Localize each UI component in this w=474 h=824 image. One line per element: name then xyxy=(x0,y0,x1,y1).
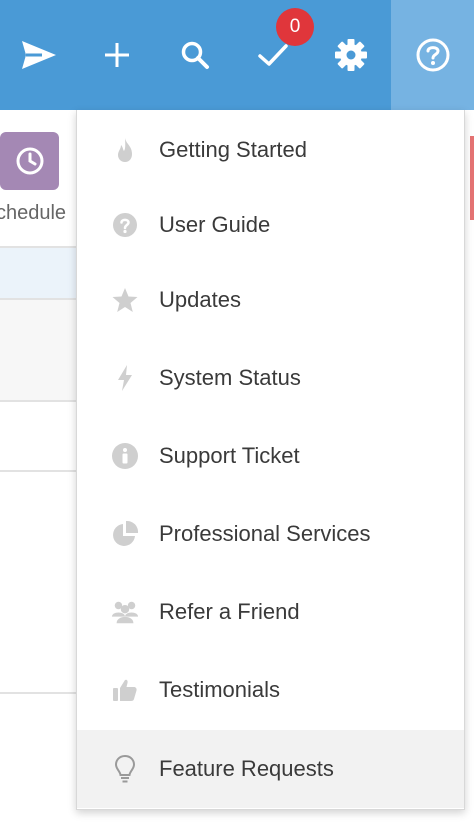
menu-item-label: User Guide xyxy=(159,212,271,237)
tasks-count-badge: 0 xyxy=(276,8,314,46)
help-button[interactable] xyxy=(391,0,474,110)
divider xyxy=(0,470,80,472)
background-accent xyxy=(470,136,474,220)
menu-item-user-guide[interactable]: User Guide xyxy=(77,186,464,264)
background-row xyxy=(0,300,80,400)
lightbulb-icon xyxy=(111,754,139,783)
menu-item-label: System Status xyxy=(159,365,301,390)
menu-item-professional-services[interactable]: Professional Services xyxy=(77,495,464,573)
pie-chart-icon xyxy=(111,520,139,548)
menu-item-support-ticket[interactable]: Support Ticket xyxy=(77,417,464,495)
menu-item-label: Support Ticket xyxy=(159,443,300,468)
menu-item-label: Getting Started xyxy=(159,137,307,162)
background-row xyxy=(0,248,80,298)
help-circle-icon xyxy=(416,38,449,72)
menu-item-label: Feature Requests xyxy=(159,756,334,781)
gear-icon xyxy=(335,39,367,71)
menu-item-label: Professional Services xyxy=(159,521,371,546)
flame-icon xyxy=(111,136,139,164)
question-circle-icon xyxy=(111,211,139,239)
info-circle-icon xyxy=(111,442,139,470)
help-dropdown-menu: Getting Started User Guide Updates Syste… xyxy=(76,110,465,810)
menu-item-system-status[interactable]: System Status xyxy=(77,339,464,417)
checkmark-icon xyxy=(258,44,288,66)
menu-item-getting-started[interactable]: Getting Started xyxy=(77,111,464,189)
menu-item-testimonials[interactable]: Testimonials xyxy=(77,651,464,729)
thumbs-up-icon xyxy=(111,676,139,704)
settings-button[interactable] xyxy=(312,0,390,110)
search-button[interactable] xyxy=(156,0,234,110)
add-button[interactable] xyxy=(78,0,156,110)
users-group-icon xyxy=(111,598,139,626)
plus-icon xyxy=(105,43,129,67)
menu-item-refer-a-friend[interactable]: Refer a Friend xyxy=(77,573,464,651)
top-toolbar: 0 xyxy=(0,0,474,110)
schedule-tile[interactable] xyxy=(0,132,59,190)
menu-item-updates[interactable]: Updates xyxy=(77,261,464,339)
schedule-label: chedule xyxy=(0,202,67,224)
lightning-bolt-icon xyxy=(111,364,139,392)
menu-item-label: Refer a Friend xyxy=(159,599,300,624)
clock-icon xyxy=(16,147,43,175)
menu-item-feature-requests[interactable]: Feature Requests xyxy=(77,730,464,808)
menu-item-label: Testimonials xyxy=(159,677,281,702)
search-icon xyxy=(181,41,209,69)
divider xyxy=(0,400,80,402)
menu-item-label: Updates xyxy=(159,287,241,312)
divider xyxy=(0,692,80,694)
send-icon xyxy=(22,41,56,69)
star-icon xyxy=(111,286,139,314)
send-button[interactable] xyxy=(0,0,78,110)
